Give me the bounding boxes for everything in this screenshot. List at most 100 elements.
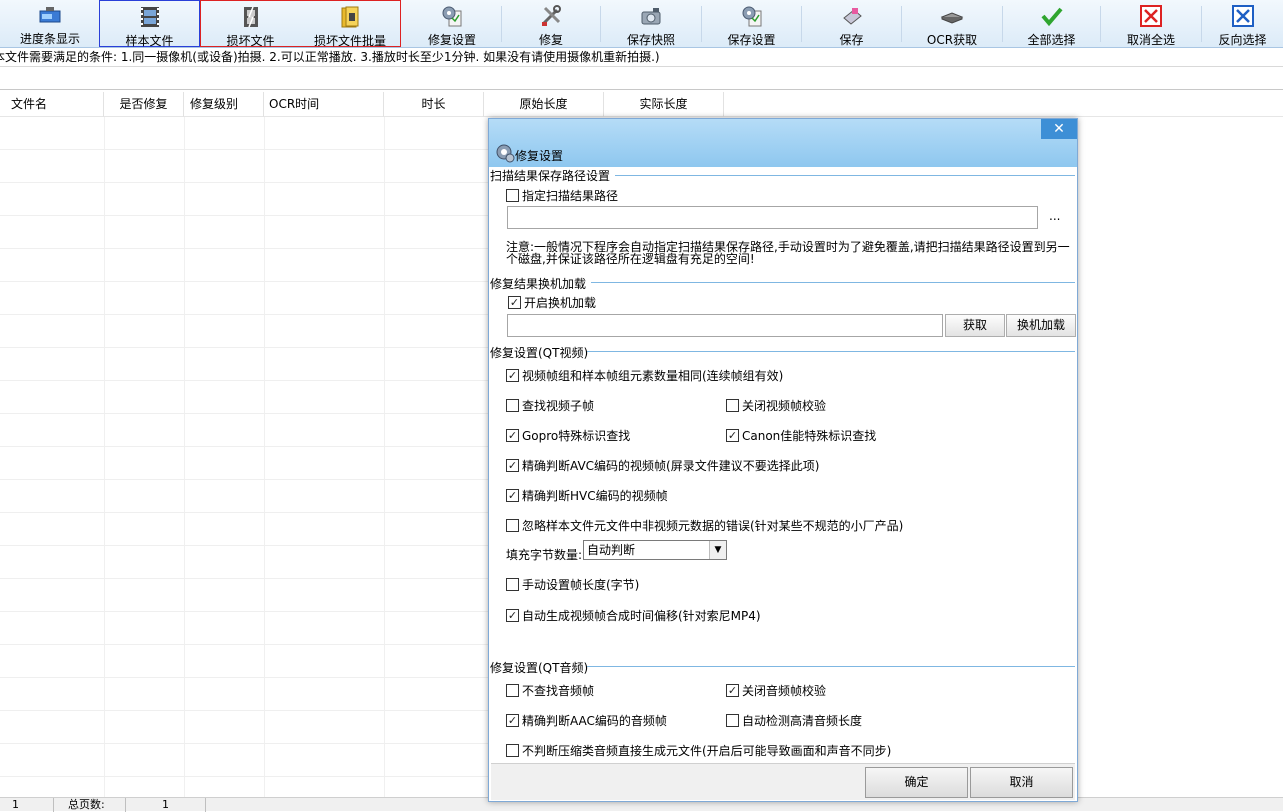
invert-selection-label: 反向选择 bbox=[1218, 33, 1267, 47]
canon-marker-label: Canon佳能特殊标识查找 bbox=[742, 429, 877, 443]
damaged-batch-button[interactable]: 损坏文件批量 bbox=[300, 0, 401, 48]
cancel-button[interactable]: 取消 bbox=[970, 767, 1073, 798]
select-all-label: 全部选择 bbox=[1027, 33, 1076, 47]
column-duration[interactable]: 时长 bbox=[384, 92, 484, 117]
filter-row bbox=[0, 68, 1283, 90]
get-button[interactable]: 获取 bbox=[945, 314, 1005, 337]
sample-film-icon bbox=[137, 5, 163, 29]
avc-precise-checkbox[interactable]: 精确判断AVC编码的视频帧(屏录文件建议不要选择此项) bbox=[506, 457, 819, 474]
hvc-precise-label: 精确判断HVC编码的视频帧 bbox=[522, 489, 668, 503]
avc-precise-label: 精确判断AVC编码的视频帧(屏录文件建议不要选择此项) bbox=[522, 459, 820, 473]
gear-doc-icon bbox=[739, 4, 765, 28]
enable-load-checkbox[interactable]: 开启换机加载 bbox=[508, 294, 596, 311]
main-toolbar: 进度条显示 样本文件 损坏文件 损坏文件批量 修复设置 修复 保存快照 保存设置… bbox=[0, 0, 1283, 48]
invert-selection-button[interactable]: 反向选择 bbox=[1202, 0, 1283, 47]
save-label: 保存 bbox=[839, 33, 864, 47]
repair-button[interactable]: 修复 bbox=[502, 0, 600, 47]
browse-scan-path-button[interactable]: ... bbox=[1049, 209, 1060, 223]
column-repair-level[interactable]: 修复级别 bbox=[184, 92, 264, 117]
ignore-metadata-error-label: 忽略样本文件元文件中非视频元数据的错误(针对某些不规范的小厂产品) bbox=[522, 519, 904, 533]
requirements-notice-text: 本文件需要满足的条件: 1.同一摄像机(或设备)拍摄. 2.可以正常播放. 3.… bbox=[0, 50, 660, 64]
checkbox-box bbox=[506, 578, 519, 591]
invert-selection-icon bbox=[1230, 4, 1256, 28]
progress-display-button[interactable]: 进度条显示 bbox=[0, 0, 100, 47]
tools-icon bbox=[538, 4, 564, 28]
no-audio-frame-checkbox[interactable]: 不查找音频帧 bbox=[506, 682, 594, 699]
switch-load-button[interactable]: 换机加载 bbox=[1006, 314, 1076, 337]
file-table-header: 文件名 是否修复 修复级别 OCR时间 时长 原始长度 实际长度 bbox=[0, 92, 1283, 117]
hvc-precise-checkbox[interactable]: 精确判断HVC编码的视频帧 bbox=[506, 487, 668, 504]
save-button[interactable]: 保存 bbox=[802, 0, 901, 47]
chevron-down-icon[interactable]: ▼ bbox=[709, 541, 726, 559]
aac-precise-label: 精确判断AAC编码的音频帧 bbox=[522, 714, 667, 728]
sample-file-label: 样本文件 bbox=[125, 34, 174, 48]
load-path-input[interactable] bbox=[507, 314, 943, 337]
repair-settings-button[interactable]: 修复设置 bbox=[402, 0, 502, 47]
find-subframe-label: 查找视频子帧 bbox=[522, 399, 595, 413]
dialog-close-button[interactable]: ✕ bbox=[1041, 119, 1077, 139]
column-file-name[interactable]: 文件名 bbox=[0, 92, 104, 117]
specify-scan-path-label: 指定扫描结果路径 bbox=[522, 189, 619, 203]
checkbox-box bbox=[506, 429, 519, 442]
auto-time-offset-checkbox[interactable]: 自动生成视频帧合成时间偏移(针对索尼MP4) bbox=[506, 607, 761, 624]
auto-time-offset-label: 自动生成视频帧合成时间偏移(针对索尼MP4) bbox=[522, 609, 761, 623]
column-actual-length[interactable]: 实际长度 bbox=[604, 92, 724, 117]
deselect-all-button[interactable]: 取消全选 bbox=[1101, 0, 1201, 47]
checkbox-box bbox=[506, 744, 519, 757]
enable-load-box bbox=[508, 296, 521, 309]
total-pages-value: 1 bbox=[126, 798, 206, 812]
disable-video-check-checkbox[interactable]: 关闭视频帧校验 bbox=[726, 397, 826, 414]
camera-icon bbox=[638, 4, 664, 28]
skip-compressed-audio-checkbox[interactable]: 不判断压缩类音频直接生成元文件(开启后可能导致画面和声音不同步) bbox=[506, 742, 891, 759]
save-settings-button[interactable]: 保存设置 bbox=[702, 0, 801, 47]
fill-bytes-select[interactable]: 自动判断 ▼ bbox=[583, 540, 727, 560]
damaged-file-label: 损坏文件 bbox=[226, 34, 275, 48]
repair-settings-dialog: ✕ 修复设置 扫描结果保存路径设置 指定扫描结果路径 ... 注意:一般情况下程… bbox=[488, 118, 1078, 802]
requirements-notice: 本文件需要满足的条件: 1.同一摄像机(或设备)拍摄. 2.可以正常播放. 3.… bbox=[0, 49, 1283, 67]
column-ocr-time[interactable]: OCR时间 bbox=[264, 92, 384, 117]
disable-audio-check-checkbox[interactable]: 关闭音频帧校验 bbox=[726, 682, 826, 699]
load-group-title: 修复结果换机加载 bbox=[490, 277, 587, 291]
gopro-marker-checkbox[interactable]: Gopro特殊标识查找 bbox=[506, 427, 630, 444]
find-subframe-checkbox[interactable]: 查找视频子帧 bbox=[506, 397, 594, 414]
checkbox-box bbox=[506, 489, 519, 502]
no-audio-frame-label: 不查找音频帧 bbox=[522, 684, 595, 698]
canon-marker-checkbox[interactable]: Canon佳能特殊标识查找 bbox=[726, 427, 876, 444]
scan-path-group-title: 扫描结果保存路径设置 bbox=[490, 169, 611, 183]
auto-hd-audio-label: 自动检测高清音频长度 bbox=[742, 714, 863, 728]
gopro-marker-label: Gopro特殊标识查找 bbox=[522, 429, 631, 443]
dialog-title-bar[interactable]: ✕ 修复设置 bbox=[489, 119, 1077, 167]
skip-compressed-audio-label: 不判断压缩类音频直接生成元文件(开启后可能导致画面和声音不同步) bbox=[522, 744, 892, 758]
aac-precise-checkbox[interactable]: 精确判断AAC编码的音频帧 bbox=[506, 712, 667, 729]
ignore-metadata-error-checkbox[interactable]: 忽略样本文件元文件中非视频元数据的错误(针对某些不规范的小厂产品) bbox=[506, 517, 903, 534]
audio-group-title: 修复设置(QT音频) bbox=[490, 661, 589, 675]
checkbox-box bbox=[506, 609, 519, 622]
manual-frame-length-label: 手动设置帧长度(字节) bbox=[522, 578, 640, 592]
total-pages-label: 总页数: bbox=[54, 798, 126, 812]
fill-bytes-label: 填充字节数量: bbox=[506, 548, 583, 562]
repair-settings-label: 修复设置 bbox=[427, 33, 476, 47]
disk-save-icon bbox=[839, 4, 865, 28]
damaged-file-button[interactable]: 损坏文件 bbox=[200, 0, 300, 48]
scan-path-input[interactable] bbox=[507, 206, 1038, 229]
checkbox-box bbox=[726, 429, 739, 442]
select-all-button[interactable]: 全部选择 bbox=[1003, 0, 1100, 47]
auto-hd-audio-checkbox[interactable]: 自动检测高清音频长度 bbox=[726, 712, 862, 729]
checkbox-box bbox=[506, 684, 519, 697]
save-snapshot-button[interactable]: 保存快照 bbox=[601, 0, 701, 47]
manual-frame-length-checkbox[interactable]: 手动设置帧长度(字节) bbox=[506, 576, 639, 593]
sample-file-button[interactable]: 样本文件 bbox=[99, 0, 200, 48]
disable-video-check-label: 关闭视频帧校验 bbox=[742, 399, 827, 413]
specify-scan-path-checkbox[interactable]: 指定扫描结果路径 bbox=[506, 187, 618, 204]
column-original-length[interactable]: 原始长度 bbox=[484, 92, 604, 117]
save-snapshot-label: 保存快照 bbox=[626, 33, 675, 47]
column-is-repaired[interactable]: 是否修复 bbox=[104, 92, 184, 117]
enable-load-label: 开启换机加载 bbox=[524, 296, 597, 310]
ocr-get-button[interactable]: OCR获取 bbox=[902, 0, 1002, 47]
ok-button[interactable]: 确定 bbox=[865, 767, 968, 798]
progress-display-icon bbox=[37, 4, 63, 27]
checkbox-box bbox=[726, 714, 739, 727]
video-frame-group-checkbox[interactable]: 视频帧组和样本帧组元素数量相同(连续帧组有效) bbox=[506, 367, 783, 384]
repair-label: 修复 bbox=[538, 33, 563, 47]
disable-audio-check-label: 关闭音频帧校验 bbox=[742, 684, 827, 698]
